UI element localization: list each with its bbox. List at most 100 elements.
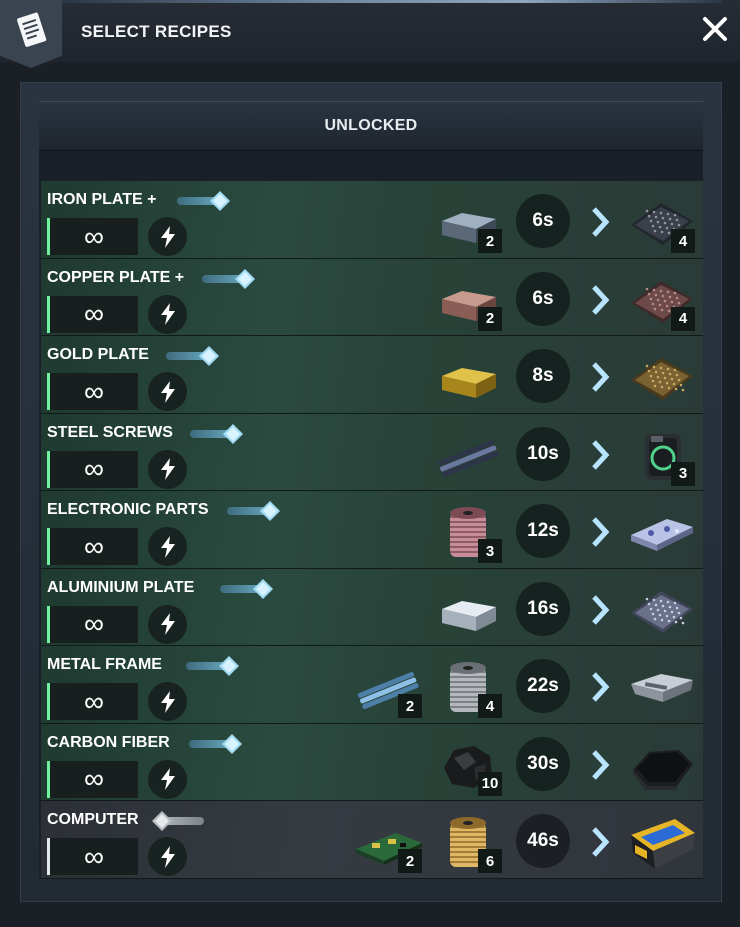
recipe-row[interactable]: STEEL SCREWS ∞ 10s 3: [41, 413, 703, 491]
recipe-toggle[interactable]: [152, 811, 212, 831]
input-quantity: 6: [478, 849, 502, 873]
input-item[interactable]: [434, 350, 502, 408]
input-item[interactable]: 2: [434, 195, 502, 253]
power-button[interactable]: [148, 372, 187, 411]
aluminium-plate-icon: [631, 590, 693, 633]
craft-time: 16s: [516, 581, 570, 636]
toggle-knob: [253, 578, 273, 599]
recipe-toggle[interactable]: [227, 501, 285, 521]
recipe-row[interactable]: ELECTRONIC PARTS ∞ 3 12s: [41, 491, 703, 569]
repeat-count[interactable]: ∞: [47, 373, 138, 410]
aluminium-ingot-icon: [442, 600, 496, 631]
input-item[interactable]: 6: [434, 815, 502, 873]
lightning-icon: [160, 535, 175, 558]
toggle-knob: [210, 191, 230, 211]
craft-time: 22s: [516, 659, 570, 713]
output-item[interactable]: [627, 738, 695, 796]
recipe-row[interactable]: ALUMINIUM PLATE ∞ 16s: [41, 568, 703, 646]
recipe-toggle[interactable]: [186, 656, 244, 676]
chevron-right-icon: [589, 205, 611, 239]
recipe-list: IRON PLATE + ∞ 2 6s 4 COPPER PLATE + ∞ 2 6s 4…: [41, 181, 703, 879]
input-quantity: 10: [478, 771, 502, 796]
recipe-row[interactable]: COPPER PLATE + ∞ 2 6s 4: [41, 258, 703, 336]
lightning-icon: [160, 768, 175, 790]
repeat-count[interactable]: ∞: [47, 760, 138, 798]
repeat-count[interactable]: ∞: [47, 683, 138, 720]
power-button[interactable]: [148, 294, 187, 334]
toggle-knob: [223, 423, 243, 444]
input-item[interactable]: 3: [434, 505, 502, 563]
repeat-count[interactable]: ∞: [47, 218, 138, 255]
craft-time: 12s: [516, 504, 570, 558]
recipe-name: ELECTRONIC PARTS: [47, 501, 209, 518]
power-button[interactable]: [148, 449, 187, 489]
power-button[interactable]: [148, 217, 187, 256]
section-header: UNLOCKED: [39, 101, 703, 151]
input-quantity: 2: [398, 694, 422, 718]
craft-time: 6s: [516, 271, 570, 326]
output-quantity: 4: [671, 229, 695, 253]
recipe-row[interactable]: IRON PLATE + ∞ 2 6s 4: [41, 181, 703, 259]
gold-ingot-icon: [442, 368, 496, 398]
power-button[interactable]: [148, 527, 187, 566]
chevron-right-icon: [589, 593, 611, 627]
gold-plate-icon: [631, 358, 693, 400]
chevron-right-icon: [589, 825, 611, 859]
input-item[interactable]: [434, 583, 502, 641]
close-button[interactable]: [700, 14, 730, 44]
computer-icon: [631, 819, 695, 869]
recipe-row[interactable]: METAL FRAME ∞ 2 4 22s: [41, 646, 703, 724]
recipe-name: GOLD PLATE: [47, 346, 149, 363]
output-item[interactable]: [627, 583, 695, 641]
close-icon: [703, 17, 727, 41]
input-quantity: 3: [478, 539, 502, 563]
output-item[interactable]: 4: [627, 273, 695, 331]
chevron-right-icon: [589, 360, 611, 394]
output-quantity: 3: [671, 461, 695, 486]
recipe-row[interactable]: GOLD PLATE ∞ 8s: [41, 336, 703, 414]
output-item[interactable]: 4: [627, 195, 695, 253]
repeat-count[interactable]: ∞: [47, 838, 138, 875]
toggle-knob: [199, 346, 219, 366]
input-item[interactable]: 2: [354, 660, 422, 718]
power-button[interactable]: [148, 682, 187, 721]
power-button[interactable]: [148, 759, 187, 799]
output-item[interactable]: [627, 505, 695, 563]
input-item[interactable]: 4: [434, 660, 502, 718]
power-button[interactable]: [148, 837, 187, 876]
craft-time: 46s: [516, 814, 570, 868]
chevron-right-icon: [589, 515, 611, 549]
input-item[interactable]: 2: [434, 273, 502, 331]
output-quantity: 4: [671, 306, 695, 331]
output-item[interactable]: [627, 815, 695, 873]
input-item[interactable]: 2: [354, 815, 422, 873]
repeat-count[interactable]: ∞: [47, 528, 138, 565]
chevron-right-icon: [589, 438, 611, 472]
recipes-panel-inner: UNLOCKED IRON PLATE + ∞ 2 6s 4 COPPER PLATE…: [39, 101, 703, 879]
recipe-toggle[interactable]: [190, 423, 248, 444]
power-button[interactable]: [148, 604, 187, 644]
input-item[interactable]: [434, 428, 502, 486]
recipe-row[interactable]: CARBON FIBER ∞ 10 30s: [41, 723, 703, 801]
output-item[interactable]: [627, 350, 695, 408]
recipe-toggle[interactable]: [220, 578, 278, 599]
input-quantity: 2: [478, 229, 502, 253]
output-item[interactable]: 3: [627, 428, 695, 486]
recipe-tab: [0, 0, 62, 68]
recipe-toggle[interactable]: [177, 191, 235, 211]
recipe-row[interactable]: COMPUTER ∞ 2 6 46s: [41, 801, 703, 879]
repeat-count[interactable]: ∞: [47, 295, 138, 333]
recipe-toggle[interactable]: [166, 346, 224, 366]
chevron-right-icon: [589, 283, 611, 317]
recipe-toggle[interactable]: [189, 733, 247, 754]
toggle-knob: [152, 811, 172, 831]
steel-rod-icon: [437, 439, 499, 477]
recipe-name: STEEL SCREWS: [47, 423, 173, 441]
recipe-toggle[interactable]: [202, 268, 260, 289]
input-item[interactable]: 10: [434, 738, 502, 796]
repeat-count[interactable]: ∞: [47, 450, 138, 488]
repeat-count[interactable]: ∞: [47, 605, 138, 643]
craft-time: 6s: [516, 194, 570, 248]
recipe-name: CARBON FIBER: [47, 733, 170, 751]
output-item[interactable]: [627, 660, 695, 718]
